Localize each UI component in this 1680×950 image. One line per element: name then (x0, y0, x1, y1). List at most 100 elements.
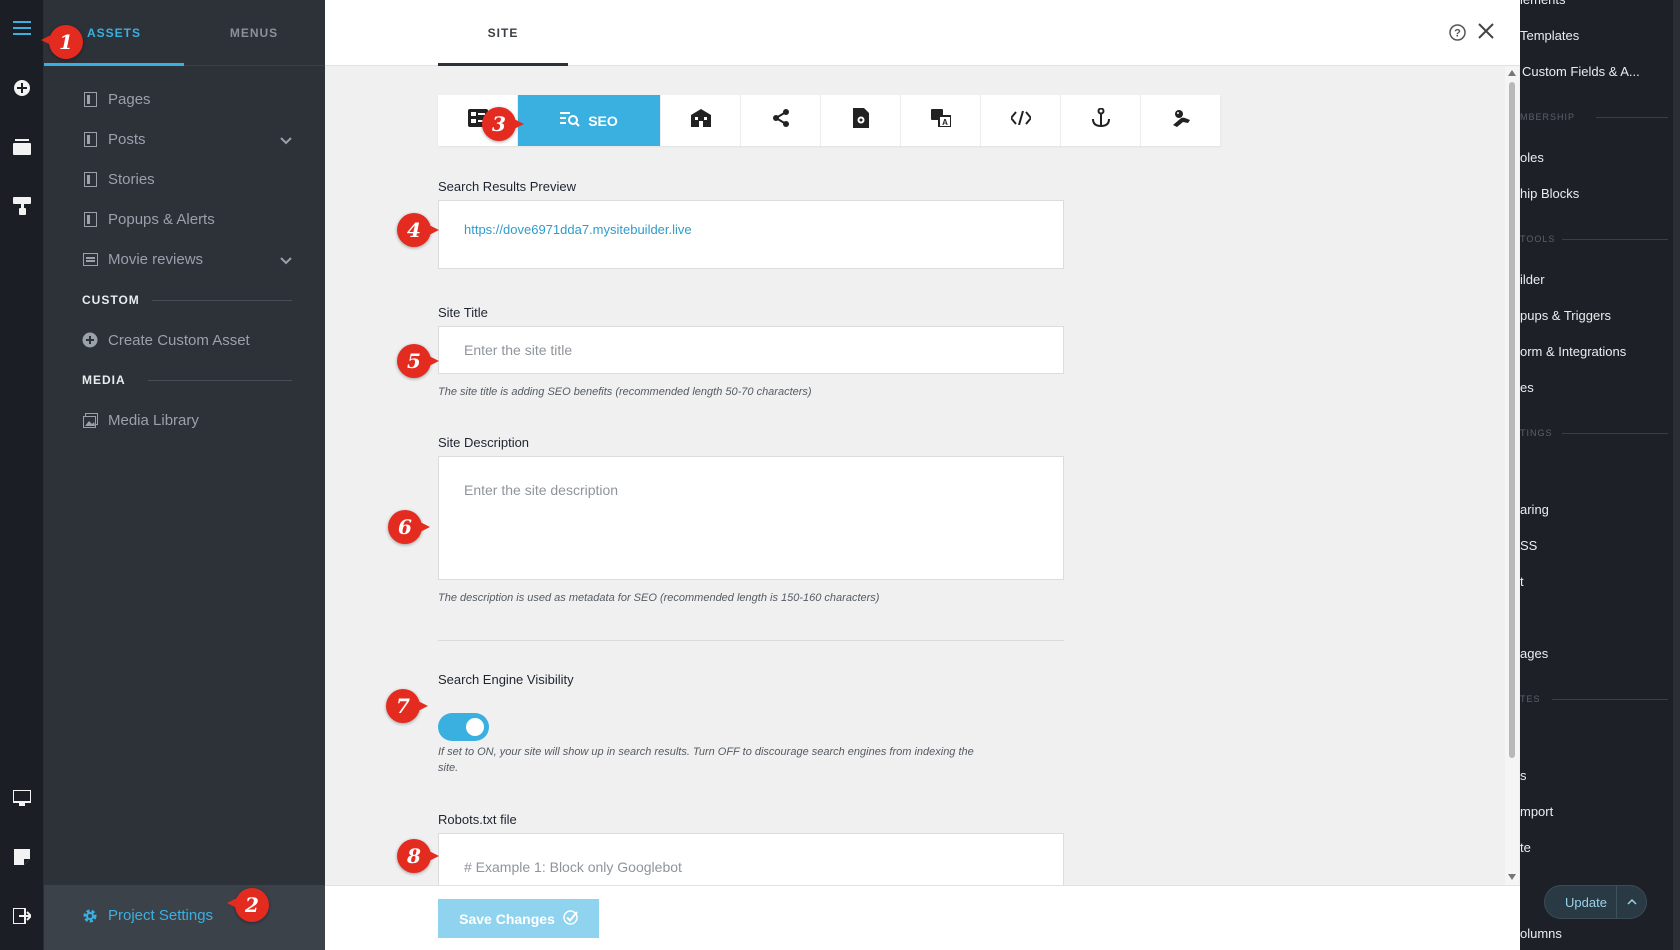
right-section: TINGS (1520, 428, 1553, 438)
tab-pages[interactable] (821, 95, 901, 146)
sidebar-item-posts[interactable]: Posts (82, 124, 292, 154)
right-item[interactable]: ages (1520, 646, 1548, 661)
callout-marker-3: 3 (482, 107, 524, 141)
site-title-label: Site Title (438, 305, 488, 320)
help-icon[interactable]: ? (1449, 24, 1466, 46)
right-panel: lements Templates Custom Fields & A... M… (1520, 0, 1680, 950)
exit-icon[interactable] (10, 904, 34, 928)
right-item[interactable]: t (1520, 574, 1524, 589)
tab-business[interactable] (661, 95, 741, 146)
sidebar-item-label: Stories (108, 170, 155, 188)
scrollbar[interactable] (1505, 66, 1519, 885)
svg-text:?: ? (1454, 28, 1461, 40)
right-item[interactable]: pups & Triggers (1520, 308, 1611, 323)
callout-marker-2: 2 (227, 888, 269, 922)
right-item[interactable]: ilder (1520, 272, 1545, 287)
sidebar-item-stories[interactable]: Stories (82, 164, 292, 194)
sidebar-item-pages[interactable]: Pages (82, 84, 292, 114)
tab-menus[interactable]: MENUS (184, 0, 324, 66)
sidebar-item-popups[interactable]: Popups & Alerts (82, 204, 292, 234)
right-item[interactable]: SS (1520, 538, 1537, 553)
add-circle-icon[interactable] (10, 76, 34, 100)
update-label: Update (1565, 894, 1607, 910)
visibility-hint: If set to ON, your site will show up in … (438, 746, 974, 758)
translate-icon: A (930, 109, 952, 132)
create-custom-asset-button[interactable]: Create Custom Asset (82, 325, 292, 355)
tab-cookies[interactable] (1141, 95, 1221, 146)
visibility-hint-cont: site. (438, 762, 459, 774)
tab-site[interactable]: SITE (438, 0, 568, 66)
right-item[interactable]: Custom Fields & A... (1522, 64, 1640, 79)
tab-social[interactable] (741, 95, 821, 146)
right-item[interactable]: aring (1520, 502, 1549, 517)
modal-footer: Save Changes (325, 885, 1520, 950)
page-icon (82, 131, 98, 147)
right-item[interactable]: lements (1520, 0, 1566, 7)
callout-marker-1: 1 (41, 25, 83, 59)
building-icon (690, 109, 711, 132)
preview-url-link[interactable]: https://dove6971dda7.mysitebuilder.live (464, 222, 692, 237)
right-section: TES (1520, 694, 1541, 704)
paint-roller-icon[interactable] (10, 194, 34, 218)
right-item[interactable]: s (1520, 768, 1527, 783)
chevron-down-icon[interactable] (280, 252, 292, 269)
tab-seo[interactable]: SEO (518, 95, 661, 146)
list-icon (82, 251, 98, 267)
right-item[interactable]: es (1520, 380, 1534, 395)
sidebar-item-label: Posts (108, 130, 146, 148)
tab-languages[interactable]: A (901, 95, 981, 146)
right-item[interactable]: mport (1520, 804, 1553, 819)
sidebar-item-movie-reviews[interactable]: Movie reviews (82, 244, 292, 274)
site-settings-modal: SITE ? SEO A Search Results Preview http… (325, 0, 1520, 950)
site-description-placeholder: Enter the site description (464, 482, 619, 498)
project-settings-button[interactable]: Project Settings (82, 907, 213, 924)
layers-icon[interactable] (10, 135, 34, 159)
icon-rail (0, 0, 44, 950)
assets-panel: ASSETS MENUS Pages Posts Stories Popups … (44, 0, 325, 950)
site-title-hint: The site title is adding SEO benefits (r… (438, 386, 812, 398)
scroll-down-icon[interactable] (1508, 874, 1516, 880)
chevron-up-icon[interactable] (1616, 886, 1646, 918)
project-settings-bar: Project Settings (44, 885, 325, 950)
share-icon (772, 109, 790, 132)
right-item[interactable]: olumns (1520, 926, 1562, 941)
settings-icon-tabs: SEO A (438, 95, 1221, 146)
chevron-down-icon[interactable] (280, 132, 292, 149)
section-custom: CUSTOM (82, 293, 140, 307)
divider (438, 640, 1064, 641)
gear-icon (82, 908, 98, 924)
menu-icon[interactable] (10, 16, 34, 40)
window-edge (1673, 0, 1680, 950)
save-changes-button[interactable]: Save Changes (438, 899, 599, 938)
site-description-textarea[interactable]: Enter the site description (438, 456, 1064, 580)
right-item[interactable]: Templates (1520, 28, 1579, 43)
sidebar-item-media-library[interactable]: Media Library (82, 405, 292, 435)
tab-anchors[interactable] (1061, 95, 1141, 146)
desktop-icon[interactable] (10, 786, 34, 810)
callout-marker-8: 8 (397, 839, 439, 873)
right-item[interactable]: orm & Integrations (1520, 344, 1626, 359)
cookie-hand-icon (1171, 109, 1191, 132)
add-circle-icon (82, 332, 98, 348)
scroll-up-icon[interactable] (1508, 70, 1516, 76)
search-visibility-toggle[interactable] (438, 713, 489, 741)
tab-code[interactable] (981, 95, 1061, 146)
tab-seo-label: SEO (588, 112, 618, 129)
callout-marker-6: 6 (388, 510, 430, 544)
robots-textarea[interactable]: # Example 1: Block only Googlebot (438, 833, 1064, 885)
divider (152, 300, 292, 301)
callout-marker-7: 7 (386, 689, 428, 723)
update-button[interactable]: Update (1544, 885, 1647, 919)
image-icon (82, 412, 98, 428)
sidebar-item-label: Media Library (108, 411, 199, 429)
close-icon[interactable] (1478, 23, 1494, 44)
right-item[interactable]: hip Blocks (1520, 186, 1579, 201)
right-item[interactable]: oles (1520, 150, 1544, 165)
sticky-note-icon[interactable] (10, 845, 34, 869)
right-section: TOOLS (1520, 234, 1556, 244)
search-preview-label: Search Results Preview (438, 179, 576, 194)
scroll-thumb[interactable] (1509, 82, 1515, 758)
right-item[interactable]: te (1520, 840, 1531, 855)
site-title-input[interactable]: Enter the site title (438, 326, 1064, 374)
save-changes-label: Save Changes (459, 910, 555, 927)
